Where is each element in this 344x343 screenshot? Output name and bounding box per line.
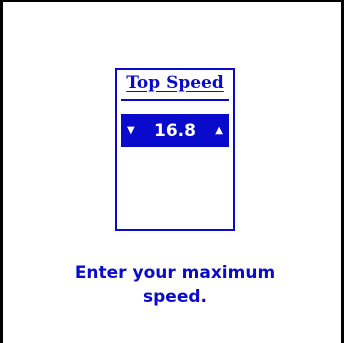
instruction-line-2: speed. [143, 287, 207, 307]
device-screen: Top Speed ▼ 16.8 ▲ Enter your maximum sp… [0, 0, 344, 343]
speed-stepper[interactable]: ▼ 16.8 ▲ [121, 114, 229, 147]
top-speed-panel: Top Speed ▼ 16.8 ▲ [115, 68, 235, 231]
title-divider [121, 99, 229, 101]
instruction-line-1: Enter your maximum [74, 263, 276, 283]
instruction-text: Enter your maximum speed. [23, 261, 327, 309]
panel-title: Top Speed [126, 73, 224, 93]
increment-arrow-icon[interactable]: ▲ [215, 125, 223, 136]
decrement-arrow-icon[interactable]: ▼ [127, 125, 135, 136]
speed-value: 16.8 [154, 120, 196, 141]
